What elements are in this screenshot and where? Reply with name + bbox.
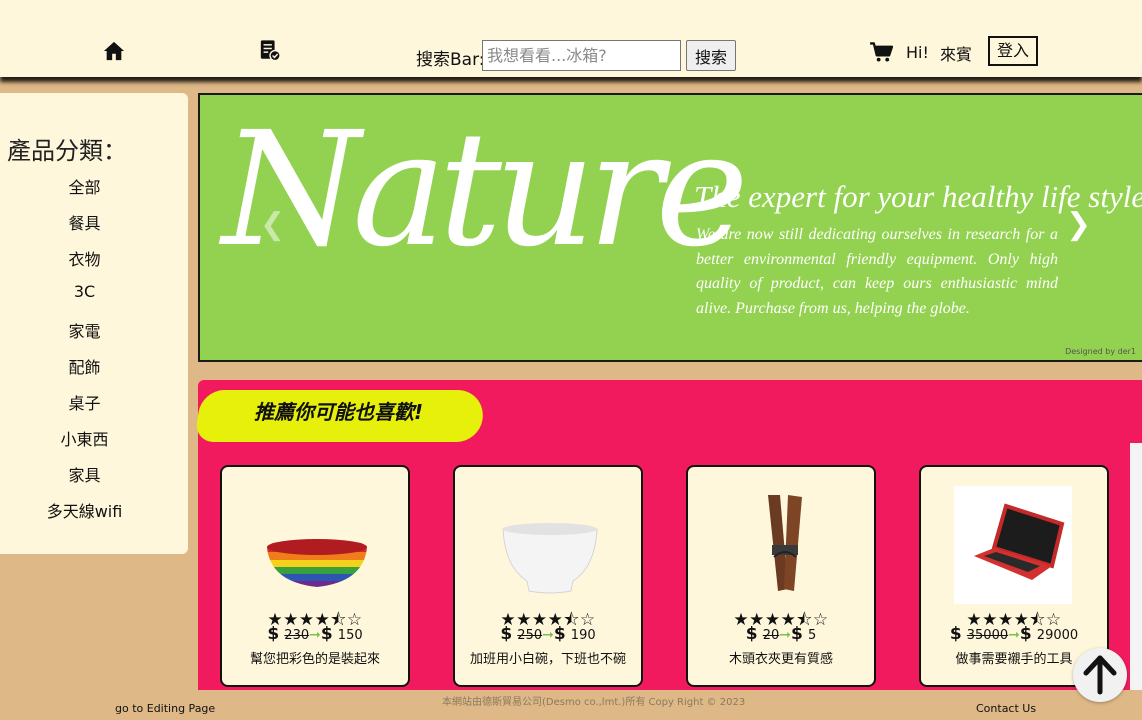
arrow-up-icon xyxy=(1083,655,1117,695)
category-item[interactable]: 3C xyxy=(0,282,169,301)
search-input[interactable] xyxy=(482,40,681,71)
category-sidebar: 產品分類： 全部 餐具 衣物 3C 家電 配飾 桌子 小東西 家具 多天線wif… xyxy=(0,93,188,554)
price-line: $ 20➞$ 5 xyxy=(745,624,817,644)
sidebar-title: 產品分類： xyxy=(7,137,127,165)
old-price: 230 xyxy=(284,628,310,643)
login-button[interactable]: 登入 xyxy=(988,36,1038,66)
product-image xyxy=(954,486,1072,604)
editing-page-link[interactable]: go to Editing Page xyxy=(115,702,215,715)
copyright-text: 本網站由德斯貿易公司(Desmo co.,lmt.)所有 Copy Right … xyxy=(442,697,746,708)
product-image xyxy=(502,523,598,594)
new-price: 190 xyxy=(570,628,596,643)
old-price: 35000 xyxy=(966,628,1009,643)
scrollbar[interactable] xyxy=(1130,443,1142,693)
recommend-section: 推薦你可能也喜歡! ★★★★⯪☆ $ 230➞$ 150 幫您把彩色的是裝起來 xyxy=(194,380,1142,700)
product-description: 加班用小白碗，下班也不碗 xyxy=(469,652,626,667)
new-price: 5 xyxy=(807,628,817,643)
price-line: $ 230➞$ 150 xyxy=(267,624,363,644)
category-item[interactable]: 家具 xyxy=(0,462,169,486)
greeting-text: Hi! xyxy=(906,43,929,62)
arrow-right-icon: ➞ xyxy=(309,627,321,643)
arrow-right-icon: ➞ xyxy=(1008,627,1020,643)
scroll-to-top-button[interactable] xyxy=(1073,648,1127,702)
category-item[interactable]: 家電 xyxy=(0,318,169,342)
hero-carousel: Nature The expert for your healthy life … xyxy=(198,93,1142,362)
category-item[interactable]: 桌子 xyxy=(0,390,169,414)
product-card[interactable]: ★★★★⯪☆ $ 250➞$ 190 加班用小白碗，下班也不碗 xyxy=(453,465,643,687)
banner-title: Nature xyxy=(222,98,749,282)
product-description: 幫您把彩色的是裝起來 xyxy=(249,652,380,667)
banner-credit: Designed by der1 xyxy=(1065,347,1136,356)
product-card[interactable]: ★★★★⯪☆ $ 20➞$ 5 木頭衣夾更有質感 xyxy=(686,465,876,687)
top-navbar: 搜索Bar: 搜索 Hi! 來賓 登入 xyxy=(0,0,1142,77)
user-name: 來賓 xyxy=(940,45,973,64)
price-line: $ 35000➞$ 29000 xyxy=(949,624,1079,644)
search-label: 搜索Bar: xyxy=(416,50,485,70)
product-image xyxy=(267,539,367,587)
old-price: 250 xyxy=(517,628,543,643)
product-description: 木頭衣夾更有質感 xyxy=(728,652,833,667)
search-button[interactable]: 搜索 xyxy=(686,40,736,71)
section-title: 推薦你可能也喜歡! xyxy=(254,400,424,424)
arrow-right-icon: ➞ xyxy=(779,627,791,643)
banner-text: We are now still dedicating ourselves in… xyxy=(696,226,1058,317)
product-image xyxy=(768,495,802,591)
new-price: 29000 xyxy=(1036,628,1079,643)
category-item[interactable]: 衣物 xyxy=(0,246,169,270)
old-price: 20 xyxy=(762,628,780,643)
price-line: $ 250➞$ 190 xyxy=(500,624,596,644)
category-item[interactable]: 餐具 xyxy=(0,210,169,234)
home-icon[interactable] xyxy=(103,40,125,62)
category-item[interactable]: 全部 xyxy=(0,174,169,198)
cart-icon[interactable] xyxy=(870,42,893,62)
receipt-check-icon[interactable] xyxy=(259,39,281,62)
chevron-left-icon[interactable]: ❮ xyxy=(260,207,285,242)
new-price: 150 xyxy=(337,628,363,643)
contact-link[interactable]: Contact Us xyxy=(976,702,1036,715)
category-item[interactable]: 小東西 xyxy=(0,426,169,450)
footer: go to Editing Page 本網站由德斯貿易公司(Desmo co.,… xyxy=(0,690,1142,720)
category-item[interactable]: 多天線wifi xyxy=(0,498,169,522)
category-item[interactable]: 配飾 xyxy=(0,354,169,378)
product-card[interactable]: ★★★★⯪☆ $ 230➞$ 150 幫您把彩色的是裝起來 xyxy=(220,465,410,687)
chevron-right-icon[interactable]: ❯ xyxy=(1066,207,1091,242)
arrow-right-icon: ➞ xyxy=(542,627,554,643)
